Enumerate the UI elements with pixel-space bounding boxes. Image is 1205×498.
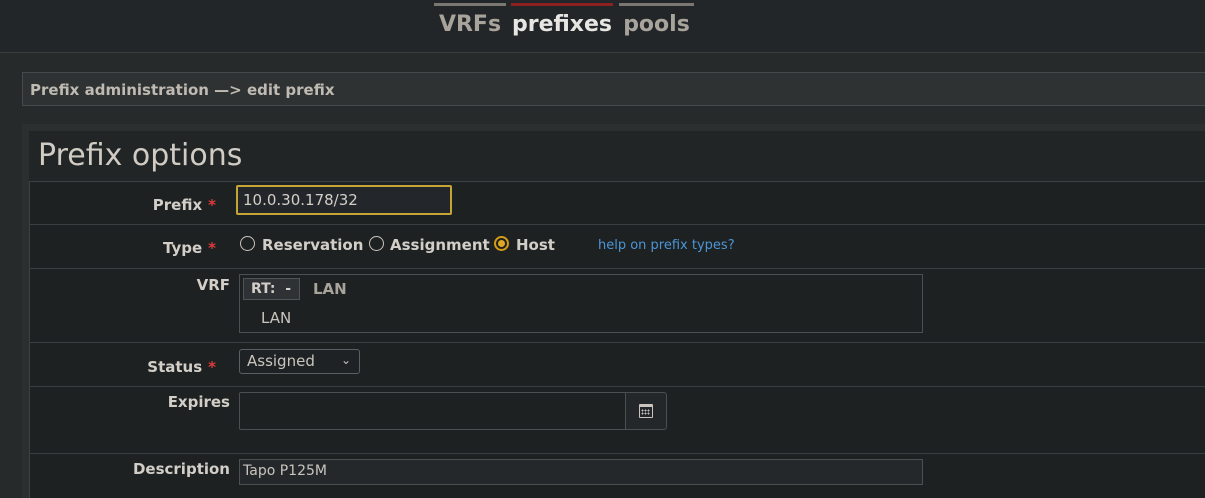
required-marker: *	[208, 196, 216, 214]
top-navigation: VRFs prefixes pools	[0, 0, 1205, 53]
type-assignment-label[interactable]: Assignment	[390, 236, 490, 254]
vrf-description: LAN	[261, 309, 292, 327]
type-host-radio[interactable]	[494, 236, 509, 251]
row-divider	[29, 386, 1205, 387]
status-value: Assigned	[247, 352, 315, 370]
type-reservation-radio[interactable]	[240, 236, 255, 251]
expires-label: Expires	[167, 393, 230, 411]
required-marker: *	[208, 358, 216, 376]
chevron-down-icon: ⌄	[340, 353, 351, 367]
description-label: Description	[132, 460, 230, 478]
calendar-button[interactable]	[625, 392, 667, 430]
page-title: Prefix options	[38, 138, 243, 173]
prefix-types-help-link[interactable]: help on prefix types?	[598, 238, 735, 253]
vrf-name: LAN	[313, 280, 347, 298]
calendar-icon	[639, 404, 653, 418]
type-assignment-radio[interactable]	[369, 236, 384, 251]
row-divider	[29, 453, 1205, 454]
row-divider	[29, 224, 1205, 225]
rt-badge: RT: -	[243, 278, 300, 300]
description-input[interactable]: Tapo P125M	[239, 459, 923, 485]
expires-input[interactable]	[239, 392, 626, 430]
tab-prefixes[interactable]: prefixes	[511, 3, 613, 43]
tab-vrfs[interactable]: VRFs	[434, 3, 506, 43]
type-reservation-label[interactable]: Reservation	[262, 236, 363, 254]
breadcrumb: Prefix administration —> edit prefix	[22, 72, 1205, 106]
status-label: Status *	[147, 358, 216, 376]
tab-pools[interactable]: pools	[619, 3, 694, 43]
prefix-input[interactable]: 10.0.30.178/32	[236, 185, 452, 215]
vrf-label: VRF	[196, 276, 230, 294]
row-divider	[29, 342, 1205, 343]
row-divider	[29, 268, 1205, 269]
status-select[interactable]: Assigned ⌄	[239, 349, 360, 374]
type-label: Type *	[163, 239, 216, 257]
prefix-label: Prefix *	[152, 196, 216, 214]
type-host-label[interactable]: Host	[516, 236, 555, 254]
required-marker: *	[208, 239, 216, 257]
